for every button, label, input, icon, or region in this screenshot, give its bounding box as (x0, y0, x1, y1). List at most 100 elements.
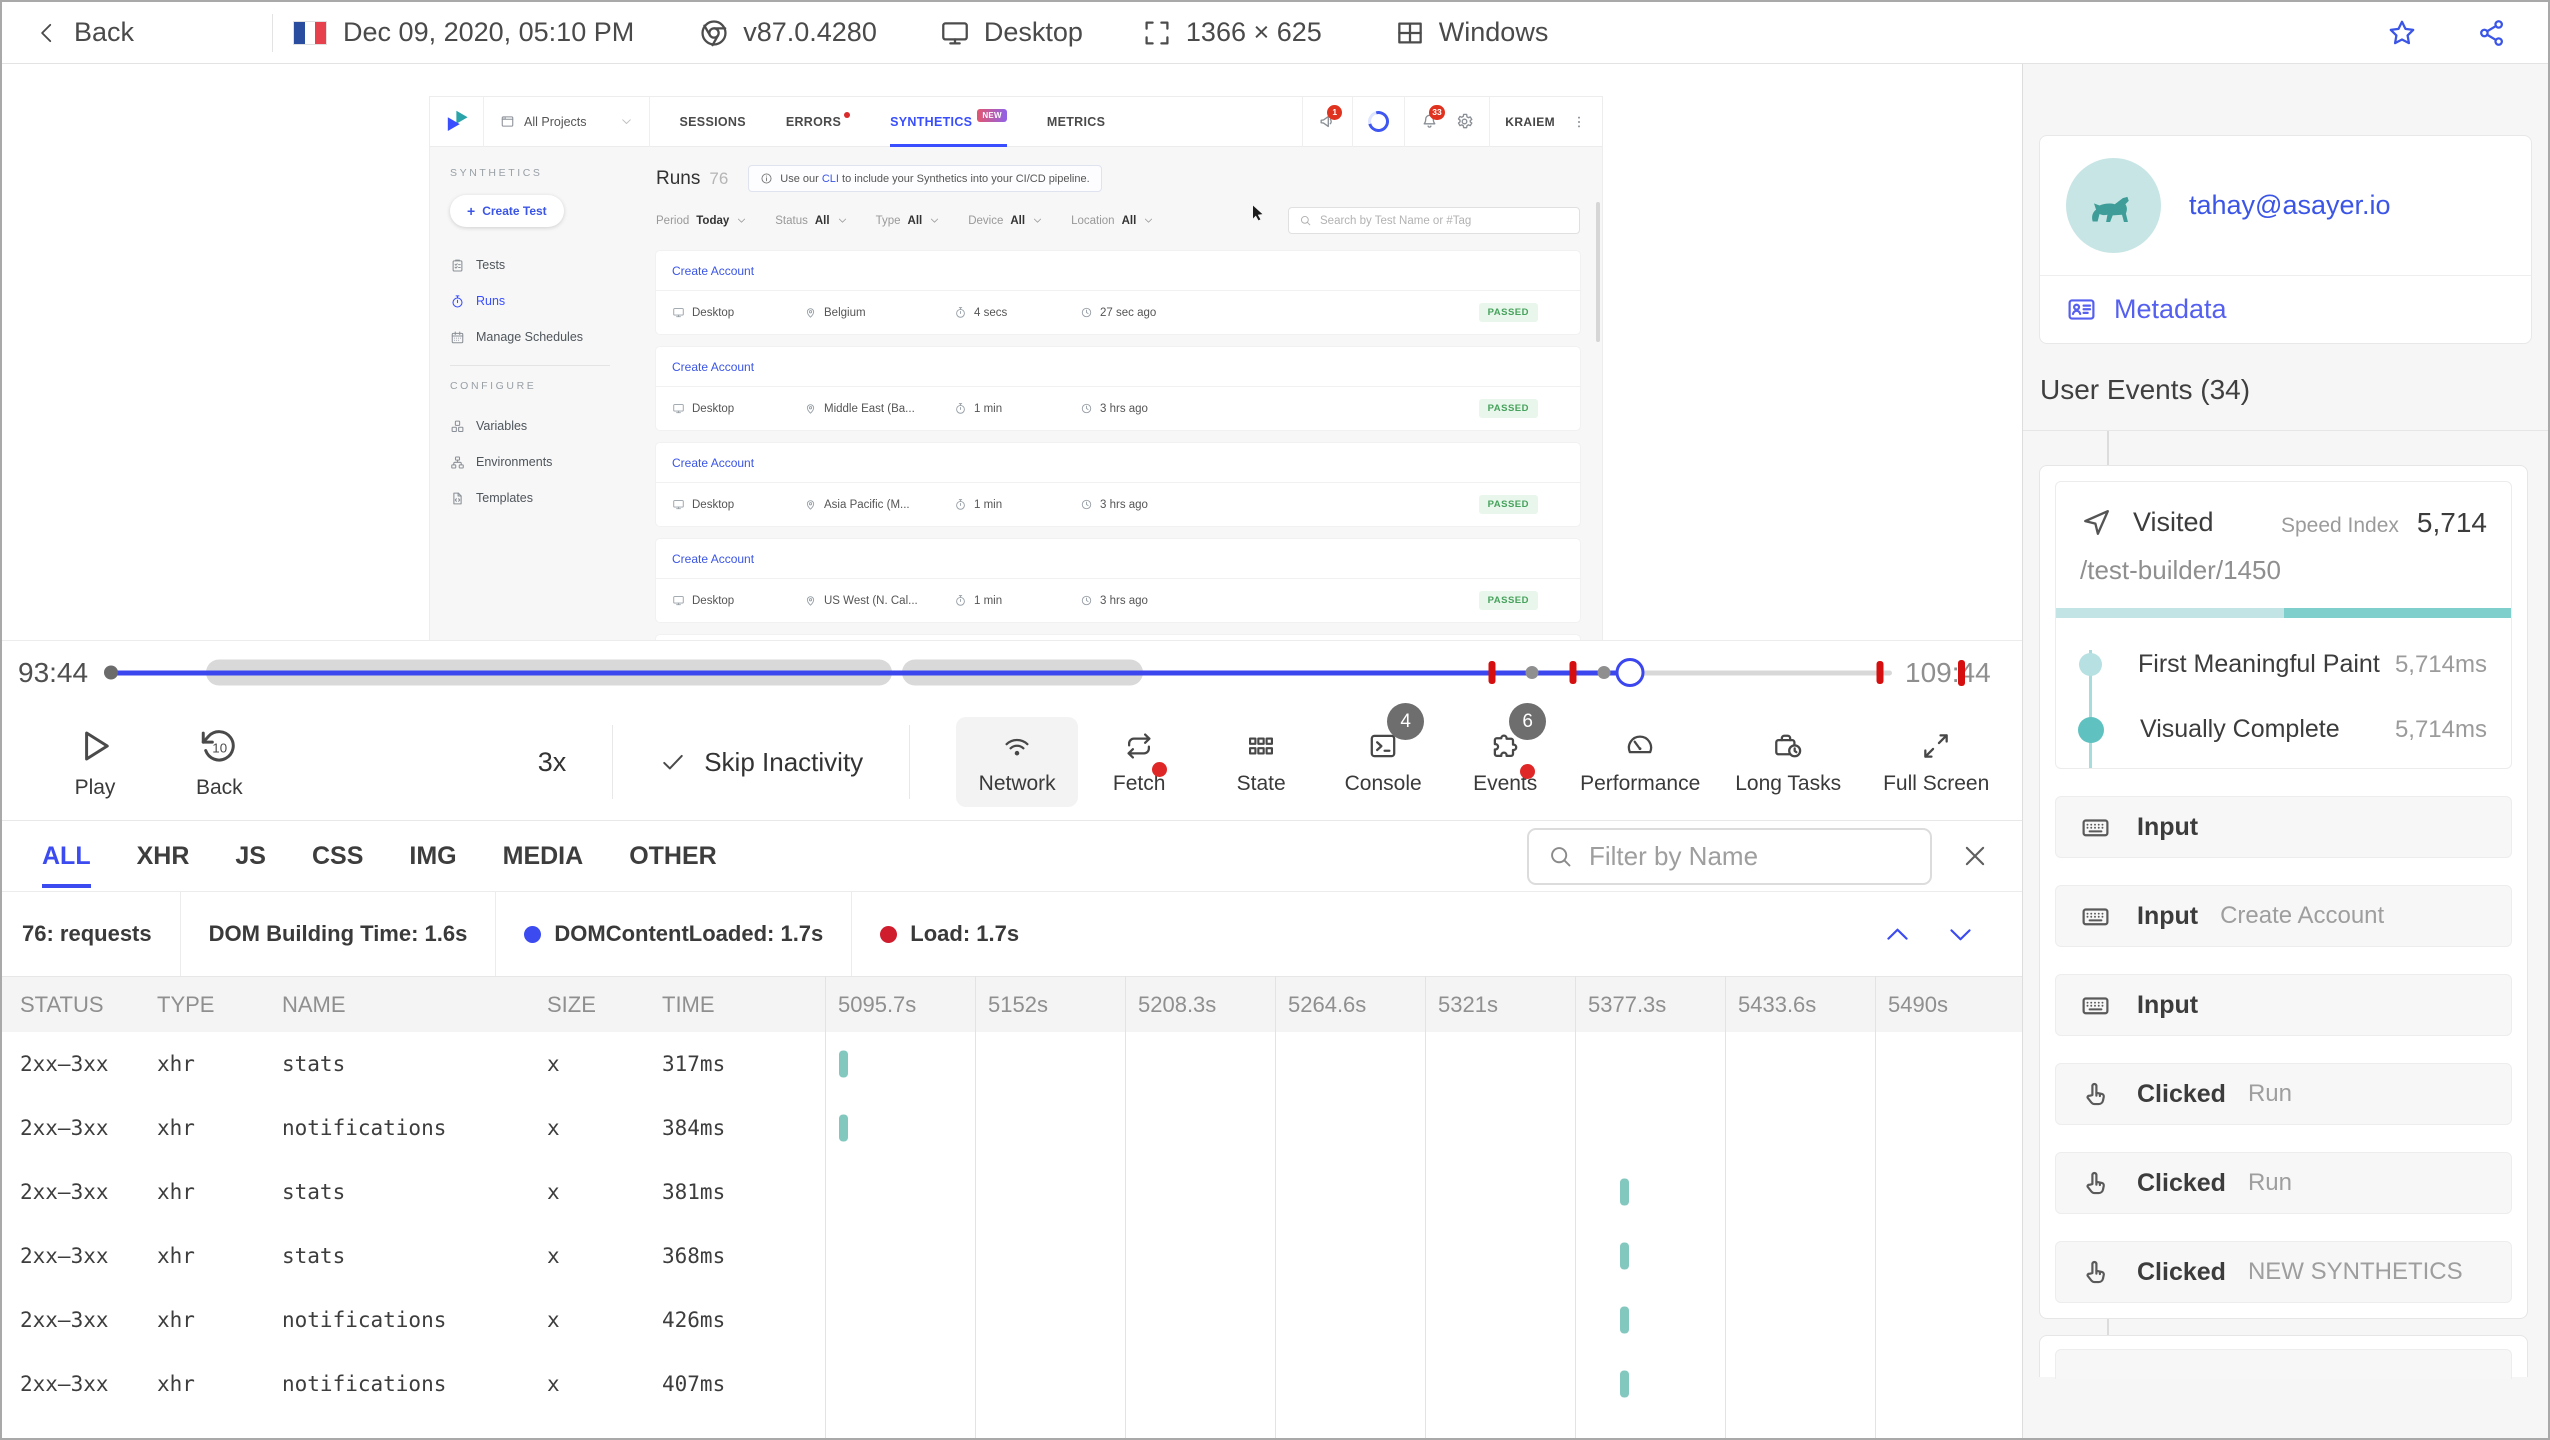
sidebar-item-tests[interactable]: Tests (450, 247, 640, 283)
tab-synthetics[interactable]: SYNTHETICS NEW (890, 97, 1007, 147)
console-panel-button[interactable]: Console 4 (1322, 703, 1444, 807)
fetch-panel-button[interactable]: Fetch (1078, 717, 1200, 807)
run-test-name[interactable]: Create Account (656, 539, 1580, 579)
state-panel-button[interactable]: State (1200, 717, 1322, 807)
event-marker-dot[interactable] (1597, 666, 1611, 679)
metadata-button[interactable]: Metadata (2040, 276, 2531, 343)
gear-icon[interactable] (1455, 112, 1474, 131)
playhead-handle[interactable] (1615, 658, 1645, 687)
next-events-group-card (2039, 1335, 2528, 1379)
performance-panel-button[interactable]: Performance (1566, 717, 1714, 807)
run-card[interactable]: Create Account Desktop Belgium 4 secs 27… (656, 251, 1580, 334)
events-panel-button[interactable]: Events 6 (1444, 703, 1566, 807)
clock-icon (1080, 498, 1093, 511)
jump-next-icon[interactable] (1945, 919, 1976, 950)
tab-errors[interactable]: ERRORS (786, 97, 851, 147)
network-panel-button[interactable]: Network (956, 717, 1079, 807)
fmp-dot (2079, 653, 2102, 676)
filter-location[interactable]: Location All (1071, 215, 1154, 227)
monitor-icon (672, 402, 685, 415)
network-request-row[interactable]: 2xx–3xx xhr notifications x 384ms (2, 1096, 2022, 1160)
network-request-row[interactable]: 2xx–3xx xhr stats x 317ms (2, 1032, 2022, 1096)
filter-device[interactable]: Device All (968, 215, 1043, 227)
sidebar-item-templates[interactable]: Templates (450, 480, 640, 516)
session-timestamp: Dec 09, 2020, 05:10 PM (343, 17, 635, 47)
notifications-badge: 33 (1429, 104, 1445, 120)
network-request-row[interactable]: 2xx–3xx xhr stats x 381ms (2, 1160, 2022, 1224)
project-selector[interactable]: All Projects (483, 96, 650, 147)
cli-link[interactable]: CLI (822, 173, 839, 185)
speed-toggle[interactable]: 3x (538, 747, 567, 778)
run-location: Asia Pacific (M... (824, 498, 910, 511)
error-event-marker[interactable] (1569, 661, 1577, 684)
user-email-link[interactable]: tahay@asayer.io (2189, 190, 2391, 221)
run-test-name[interactable]: Create Account (656, 251, 1580, 291)
run-card[interactable]: Create Account Desktop Middle East (Ba..… (656, 347, 1580, 430)
filter-type[interactable]: Type All (876, 215, 941, 227)
user-name: KRAIEM (1505, 114, 1555, 129)
skip-inactivity-toggle[interactable]: Skip Inactivity (659, 747, 863, 778)
sidebar-item-runs[interactable]: Runs (450, 283, 640, 319)
tab-all[interactable]: ALL (42, 821, 91, 892)
gauge-icon (1624, 730, 1656, 762)
error-event-marker[interactable] (1876, 661, 1884, 684)
tab-sessions[interactable]: SESSIONS (680, 97, 746, 147)
filter-by-name-field[interactable] (1589, 840, 1912, 872)
run-test-name[interactable]: Create Account (656, 443, 1580, 483)
filter-status[interactable]: Status All (775, 215, 847, 227)
visited-event-card[interactable]: Visited Speed Index 5,714 /test-builder/… (2055, 481, 2512, 769)
user-event-input[interactable]: Input Create Account (2055, 885, 2512, 947)
share-icon[interactable] (2476, 17, 2508, 49)
filter-period[interactable]: Period Today (656, 215, 747, 227)
announcements-button[interactable]: 1 (1302, 96, 1352, 147)
long-tasks-panel-button[interactable]: Long Tasks (1714, 717, 1862, 807)
user-event-input[interactable]: Input (2055, 974, 2512, 1036)
back-10s-button[interactable]: 10 Back (196, 725, 243, 800)
request-type: xhr (157, 1052, 195, 1076)
full-screen-button[interactable]: Full Screen (1862, 717, 2010, 807)
network-request-row[interactable]: 2xx–3xx xhr notifications x 426ms (2, 1288, 2022, 1352)
run-card[interactable]: Create Account Desktop Asia Pacific (M..… (656, 443, 1580, 526)
user-menu[interactable]: KRAIEM (1489, 96, 1602, 147)
notifications-button[interactable]: 33 (1404, 96, 1489, 147)
asayer-logo (444, 108, 471, 135)
error-event-marker[interactable] (1488, 661, 1495, 684)
scrollbar-thumb[interactable] (1596, 202, 1600, 342)
run-when: 27 sec ago (1100, 306, 1157, 319)
user-event-clicked[interactable]: Clicked NEW SYNTHETICS (2055, 1241, 2512, 1303)
favorite-star-icon[interactable] (2386, 17, 2418, 49)
tab-css[interactable]: CSS (312, 821, 363, 892)
back-button[interactable]: Back (34, 17, 134, 48)
tab-metrics[interactable]: METRICS (1047, 97, 1105, 147)
monitor-icon (672, 594, 685, 607)
top-bar: Back Dec 09, 2020, 05:10 PM v87.0.4280 D… (2, 2, 2548, 64)
network-request-row[interactable]: 2xx–3xx xhr stats x 368ms (2, 1224, 2022, 1288)
metric-value: 5,714ms (2394, 715, 2487, 743)
run-card[interactable]: Create Account Desktop US West (N. Cal..… (656, 539, 1580, 622)
run-duration: 1 min (974, 594, 1003, 607)
sidebar-item-environments[interactable]: Environments (450, 444, 640, 480)
event-marker-dot[interactable] (1525, 666, 1539, 679)
user-event-clicked[interactable]: Clicked Run (2055, 1063, 2512, 1125)
create-test-button[interactable]: + Create Test (450, 195, 564, 227)
tab-media[interactable]: MEDIA (503, 821, 584, 892)
test-search-field[interactable] (1320, 214, 1569, 227)
network-request-row[interactable]: 2xx–3xx xhr notifications x 407ms (2, 1352, 2022, 1416)
total-duration-label: 109:44 (1905, 656, 1991, 688)
console-count-badge: 4 (1387, 703, 1425, 740)
test-search-input[interactable] (1288, 207, 1580, 234)
tab-img[interactable]: IMG (409, 821, 456, 892)
tab-xhr[interactable]: XHR (137, 821, 190, 892)
sidebar-item-manage-schedules[interactable]: Manage Schedules (450, 319, 640, 355)
tab-other[interactable]: OTHER (629, 821, 717, 892)
filter-by-name-input[interactable] (1527, 827, 1932, 885)
tab-js[interactable]: JS (235, 821, 266, 892)
user-event-clicked[interactable]: Clicked Run (2055, 1152, 2512, 1214)
close-panel-icon[interactable] (1960, 841, 1990, 871)
run-test-name[interactable]: Create Account (656, 347, 1580, 387)
play-button[interactable]: Play (74, 725, 116, 800)
jump-previous-icon[interactable] (1882, 919, 1913, 950)
timeline-track[interactable] (104, 658, 1892, 687)
user-event-input[interactable]: Input (2055, 796, 2512, 858)
sidebar-item-variables[interactable]: Variables (450, 408, 640, 444)
